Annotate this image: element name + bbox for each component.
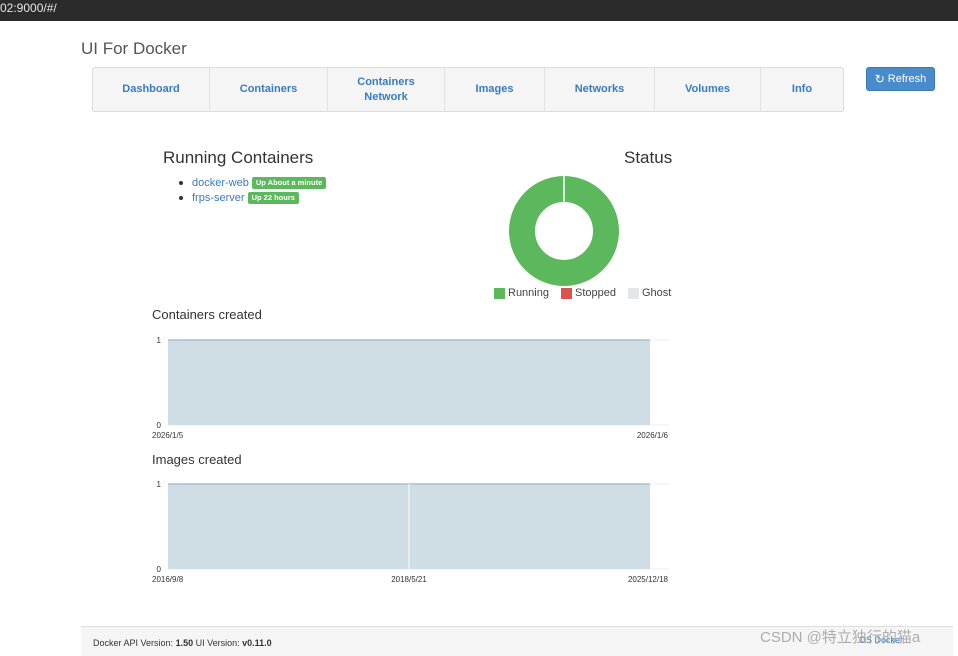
ui-version-label: UI Version: bbox=[195, 638, 240, 648]
containers-created-chart: 1 02026/1/5 2026/1/6 bbox=[152, 336, 670, 440]
api-version-value: 1.50 bbox=[175, 638, 194, 648]
ui-version-value: v0.11.0 bbox=[242, 638, 272, 648]
container-link[interactable]: docker-web bbox=[192, 177, 249, 189]
legend-label: Running bbox=[508, 287, 549, 299]
refresh-label: Refresh bbox=[887, 73, 927, 85]
nav-dashboard-label: Dashboard bbox=[122, 83, 180, 95]
x-tick-label: 2025/12/18 bbox=[628, 575, 669, 584]
legend-swatch bbox=[494, 287, 505, 299]
nav-networks[interactable]: Networks bbox=[545, 68, 655, 111]
nav-containers-label: Containers bbox=[239, 83, 298, 95]
nav-dashboard[interactable]: Dashboard bbox=[93, 68, 210, 111]
bullet bbox=[179, 181, 183, 185]
legend-swatch bbox=[560, 287, 572, 299]
x-tick-label: 2026/1/6 bbox=[637, 431, 669, 440]
legend-item-stopped: Stopped bbox=[560, 287, 616, 299]
refresh-icon: ↻ bbox=[874, 72, 885, 86]
nav-images[interactable]: Images bbox=[445, 68, 545, 111]
legend-label: Ghost bbox=[641, 287, 672, 299]
nav-containers-network[interactable]: Containers Network bbox=[328, 68, 445, 111]
images-created-chart: 1 02016/9/8 2018/5/21 2025/12/18 bbox=[152, 480, 670, 584]
containers-created-title: Containers created bbox=[152, 307, 262, 322]
nav-networks-label: Networks bbox=[574, 83, 625, 95]
api-version-label: Docker API Version: bbox=[93, 638, 174, 648]
app-title: UI For Docker bbox=[81, 39, 187, 58]
nav-volumes-label: Volumes bbox=[684, 83, 731, 95]
address-url[interactable]: 02:9000/#/ bbox=[0, 1, 57, 15]
x-tick-label: 2018/5/21 bbox=[391, 575, 427, 584]
main-nav: Dashboard Containers Containers Network I… bbox=[92, 67, 844, 112]
status-legend: Running Stopped Ghost bbox=[494, 287, 683, 299]
legend-swatch bbox=[627, 287, 639, 299]
status-donut-chart bbox=[509, 176, 619, 286]
bullet bbox=[179, 196, 183, 200]
nav-info-label: Info bbox=[791, 83, 813, 95]
container-link[interactable]: frps-server bbox=[192, 192, 245, 204]
nav-info[interactable]: Info bbox=[761, 68, 843, 111]
watermark: CSDN @特立独行的猫a bbox=[760, 629, 921, 646]
refresh-button[interactable]: ↻ Refresh bbox=[866, 67, 935, 91]
nav-images-label: Images bbox=[475, 83, 514, 95]
legend-item-ghost: Ghost bbox=[627, 287, 672, 299]
y-tick-label: 1 bbox=[157, 480, 162, 489]
status-badge: Up 22 hours bbox=[247, 192, 299, 204]
nav-containers-network-label-2: Network bbox=[364, 90, 408, 103]
images-created-title: Images created bbox=[152, 452, 242, 467]
browser-address-bar: 02:9000/#/ bbox=[0, 0, 958, 21]
list-item: frps-server Up 22 hours bbox=[179, 191, 326, 205]
y-tick-label: 0 bbox=[157, 421, 162, 430]
x-tick-label: 2016/9/8 bbox=[152, 575, 184, 584]
x-tick-label: 2026/1/5 bbox=[152, 431, 184, 440]
nav-containers-network-label-1: Containers bbox=[357, 75, 415, 88]
nav-containers[interactable]: Containers bbox=[210, 68, 328, 111]
running-containers-title: Running Containers bbox=[163, 148, 314, 167]
list-item: docker-web Up About a minute bbox=[179, 176, 327, 190]
legend-label: Stopped bbox=[574, 287, 616, 299]
nav-volumes[interactable]: Volumes bbox=[655, 68, 761, 111]
area-fill bbox=[168, 340, 650, 425]
status-title: Status bbox=[624, 148, 673, 167]
legend-item-running: Running bbox=[494, 287, 549, 299]
y-tick-label: 0 bbox=[157, 565, 162, 574]
running-containers-list: docker-web Up About a minute frps-server… bbox=[179, 176, 327, 206]
y-tick-label: 1 bbox=[157, 336, 162, 345]
status-badge: Up About a minute bbox=[251, 177, 327, 189]
